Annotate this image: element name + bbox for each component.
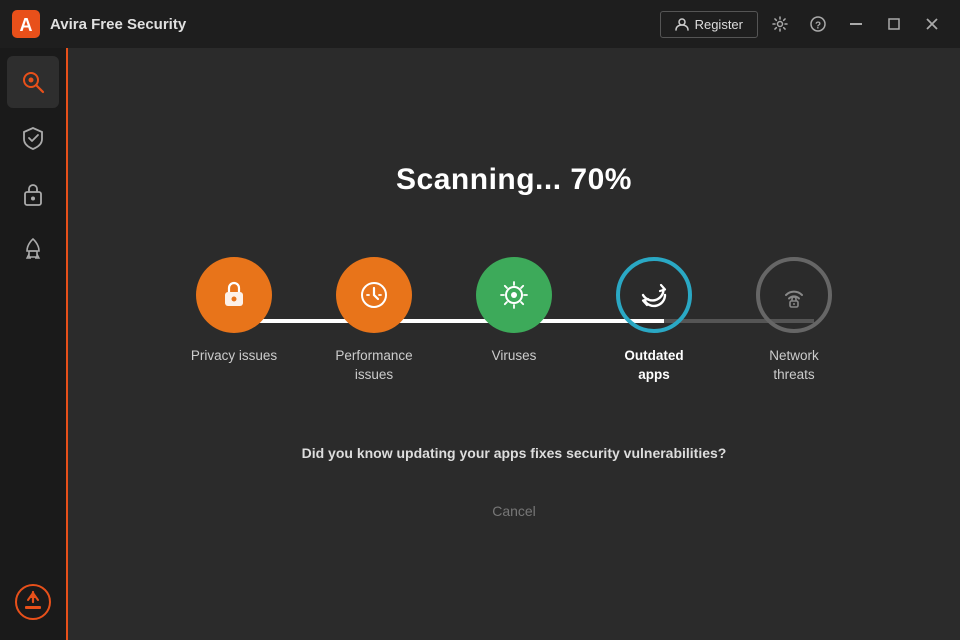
step-label-network: Networkthreats [769,347,819,385]
refresh-icon [636,277,672,313]
step-label-viruses: Viruses [492,347,537,366]
maximize-button[interactable] [878,8,910,40]
sidebar-item-scan[interactable] [7,56,59,108]
sidebar-item-performance[interactable] [7,224,59,276]
help-button[interactable]: ? [802,8,834,40]
step-circle-outdated [616,257,692,333]
lock-icon [22,181,44,207]
sidebar [0,48,68,640]
svg-text:?: ? [815,21,821,32]
step-circle-privacy [196,257,272,333]
step-label-outdated: Outdatedapps [624,347,683,385]
content-area: Scanning... 70% Privac [68,48,960,640]
sidebar-item-privacy[interactable] [7,168,59,220]
scan-title: Scanning... 70% [396,163,632,197]
step-label-privacy: Privacy issues [191,347,277,366]
step-viruses: Viruses [454,257,574,385]
scan-icon [20,69,46,95]
privacy-icon [217,278,251,312]
step-privacy-issues: Privacy issues [174,257,294,385]
settings-button[interactable] [764,8,796,40]
titlebar-left: A Avira Free Security [12,10,186,38]
help-icon: ? [810,16,826,32]
step-label-performance: Performanceissues [335,347,412,385]
step-circle-network [756,257,832,333]
main-layout: Scanning... 70% Privac [0,48,960,640]
titlebar: A Avira Free Security Register ? [0,0,960,48]
step-outdated-apps: Outdatedapps [594,257,714,385]
performance-icon [357,278,391,312]
titlebar-right: Register ? [660,8,948,40]
shield-check-icon [20,125,46,151]
sidebar-item-upgrade[interactable] [7,576,59,628]
register-button[interactable]: Register [660,11,758,38]
svg-text:A: A [20,15,33,35]
minimize-button[interactable] [840,8,872,40]
close-button[interactable] [916,8,948,40]
upgrade-icon [15,584,51,620]
app-logo: A [12,10,40,38]
close-icon [926,18,938,30]
sidebar-item-protection[interactable] [7,112,59,164]
step-performance-issues: Performanceissues [314,257,434,385]
gear-icon [772,16,788,32]
maximize-icon [888,18,900,30]
tip-text: Did you know updating your apps fixes se… [302,445,727,461]
step-circle-performance [336,257,412,333]
step-circle-viruses [476,257,552,333]
minimize-icon [850,23,862,25]
tip-highlight: Did you know updating your apps fixes se… [302,445,727,461]
wifi-lock-icon [777,278,811,312]
steps-row: Privacy issues Performanceissues [174,257,854,385]
user-icon [675,17,689,31]
progress-track: Privacy issues Performanceissues [174,257,854,385]
step-network-threats: Networkthreats [734,257,854,385]
rocket-icon [21,237,45,263]
app-title: Avira Free Security [50,16,186,33]
cancel-button[interactable]: Cancel [476,497,552,525]
virus-icon [497,278,531,312]
